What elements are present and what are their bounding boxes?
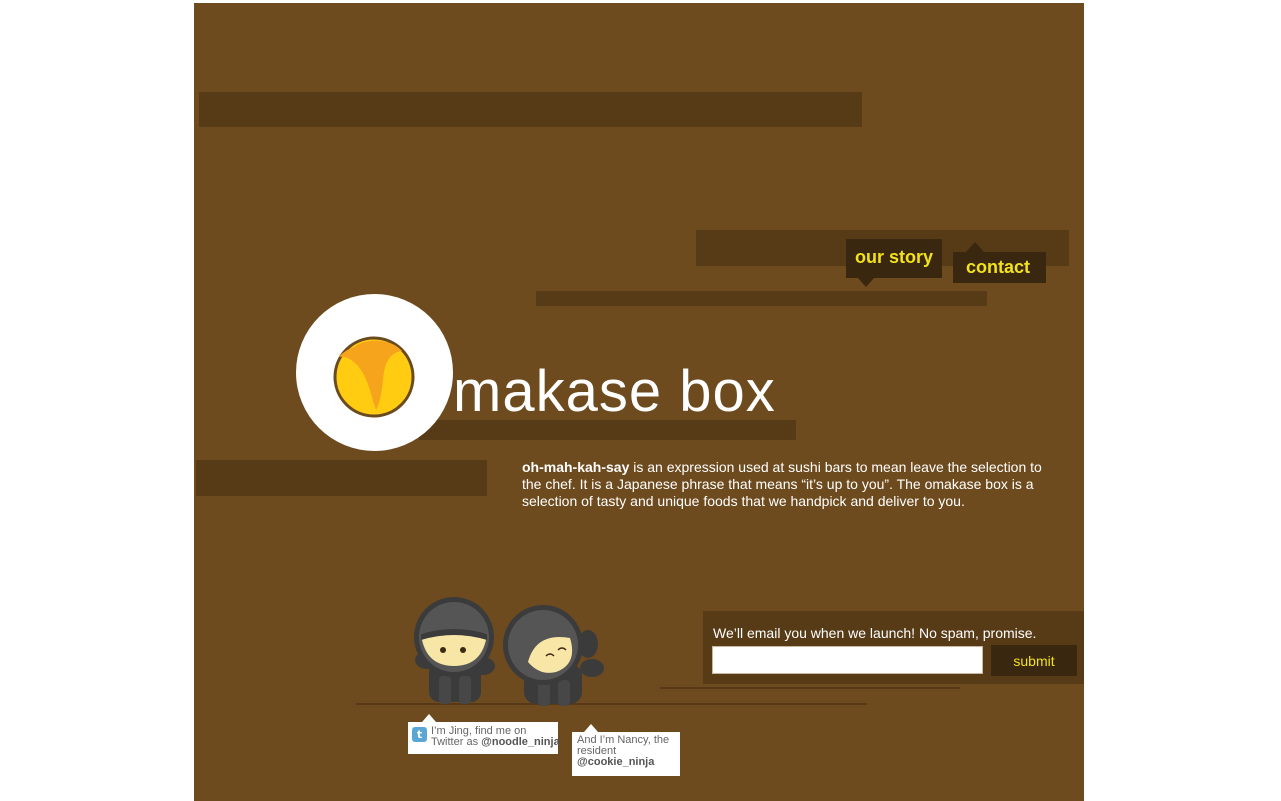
nav-contact-pointer [966, 242, 984, 252]
decor-bar-top [199, 92, 862, 127]
bubble-nancy-pointer [584, 724, 598, 732]
page-canvas: our story contact makase box oh-mah-kah-… [194, 3, 1084, 801]
bubble-jing-line2: Twitter as [431, 736, 482, 748]
bubble-jing: t I’m Jing, find me on Twitter as @noodl… [408, 714, 560, 754]
bubble-jing-pointer [422, 714, 436, 722]
bubble-nancy: And I’m Nancy, the resident @cookie_ninj… [572, 724, 680, 776]
twitter-icon[interactable]: t [412, 727, 427, 742]
ninja-jing-icon [414, 597, 495, 704]
logo-badge [296, 294, 453, 451]
ground-line-right [660, 687, 960, 689]
brand-name: makase box [453, 359, 776, 424]
bubble-jing-handle[interactable]: @noodle_ninja [481, 736, 560, 748]
orange-circle-o-icon [333, 336, 415, 418]
decor-bar-left [196, 460, 487, 496]
email-input[interactable] [712, 646, 983, 674]
ninja-nancy-icon [503, 605, 604, 706]
nav-our-story-pointer [858, 278, 874, 287]
intro-paragraph: oh-mah-kah-say is an expression used at … [522, 459, 1057, 510]
submit-button[interactable]: submit [991, 645, 1077, 676]
nav-our-story-label: our story [855, 247, 934, 267]
signup-label: We’ll email you when we launch! No spam,… [713, 625, 1037, 641]
decor-bar-mid [536, 291, 987, 306]
bubble-nancy-handle[interactable]: @cookie_ninja [577, 756, 654, 768]
bubble-nancy-text: And I’m Nancy, the resident @cookie_ninj… [577, 735, 669, 768]
nav-contact-label: contact [966, 257, 1031, 277]
signup-panel: We’ll email you when we launch! No spam,… [703, 611, 1084, 684]
bubble-jing-text: I’m Jing, find me on Twitter as @noodle_… [431, 726, 560, 748]
nav-our-story[interactable]: our story [846, 239, 942, 278]
nav-contact[interactable]: contact [953, 252, 1046, 283]
intro-term: oh-mah-kah-say [522, 459, 630, 475]
